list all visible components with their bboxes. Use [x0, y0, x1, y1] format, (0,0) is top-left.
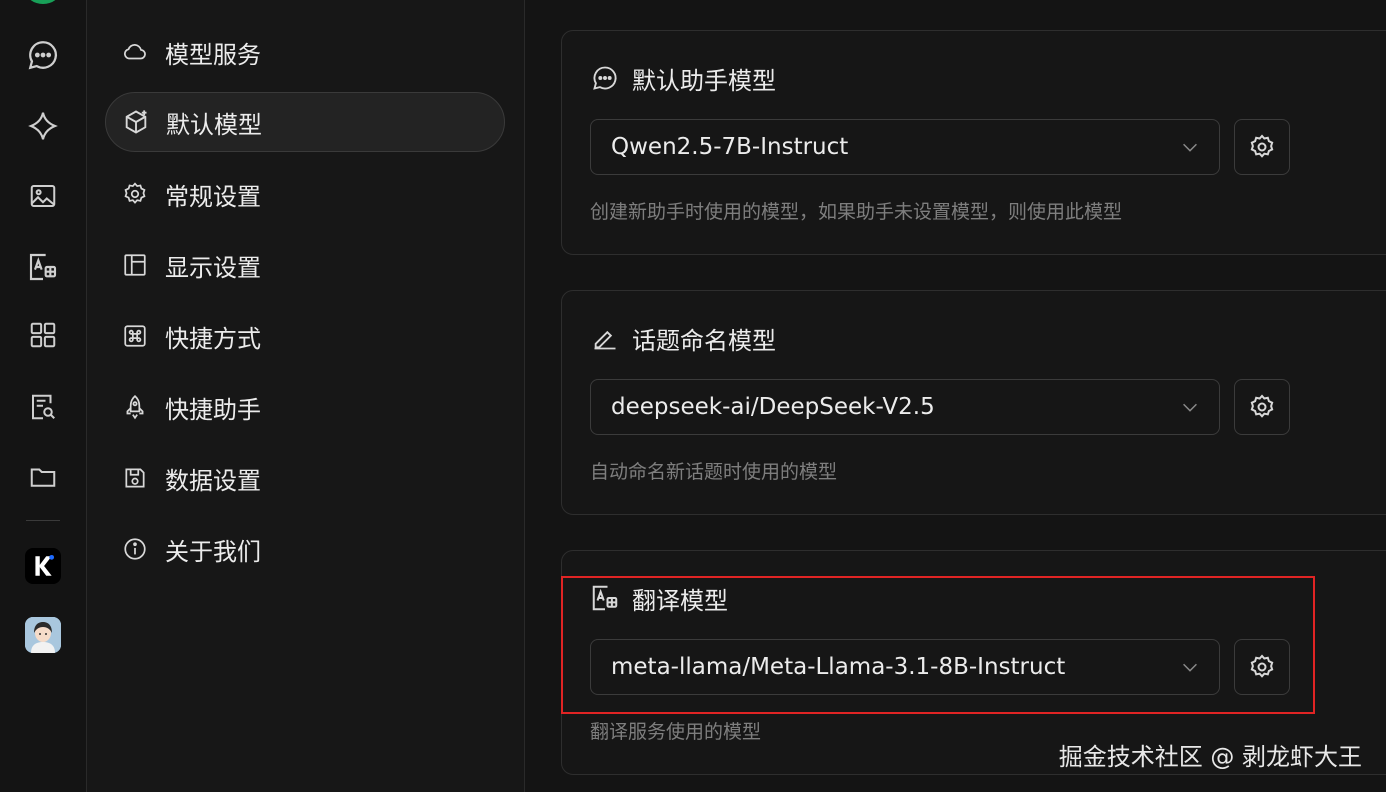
menu-item-quick-assistant[interactable]: 快捷助手	[105, 377, 505, 437]
command-icon	[121, 322, 149, 350]
menu-item-model-service[interactable]: 模型服务	[105, 22, 505, 82]
selected-model: deepseek-ai/DeepSeek-V2.5	[611, 394, 935, 420]
gear-icon	[1248, 653, 1276, 681]
model-settings-button[interactable]	[1234, 639, 1290, 695]
chat-icon	[590, 63, 620, 93]
settings-content: 默认助手模型 Qwen2.5-7B-Instruct 创建新助手时使用的模型，如…	[525, 0, 1386, 792]
card-title: 话题命名模型	[590, 321, 776, 355]
menu-item-default-model[interactable]: 默认模型	[105, 92, 505, 152]
user-avatar[interactable]	[25, 617, 61, 653]
selected-model: meta-llama/Meta-Llama-3.1-8B-Instruct	[611, 654, 1066, 680]
card-title-label: 话题命名模型	[632, 326, 776, 355]
chevron-down-icon	[1179, 396, 1201, 418]
menu-item-label: 快捷助手	[165, 395, 261, 424]
cube-icon	[122, 108, 150, 136]
menu-item-general-settings[interactable]: 常规设置	[105, 164, 505, 224]
model-settings-button[interactable]	[1234, 379, 1290, 435]
gear-icon	[1248, 133, 1276, 161]
selected-model: Qwen2.5-7B-Instruct	[611, 134, 849, 160]
card-title-label: 翻译模型	[632, 586, 728, 615]
translate-icon[interactable]	[24, 248, 62, 286]
folder-icon[interactable]	[24, 458, 62, 496]
image-icon[interactable]	[24, 177, 62, 215]
cloud-icon	[121, 38, 149, 66]
menu-item-display-settings[interactable]: 显示设置	[105, 235, 505, 295]
model-settings-button[interactable]	[1234, 119, 1290, 175]
menu-item-label: 默认模型	[166, 110, 262, 139]
gear-icon	[121, 180, 149, 208]
layout-icon	[121, 251, 149, 279]
menu-item-label: 模型服务	[165, 40, 261, 69]
save-icon	[121, 464, 149, 492]
sparkle-icon[interactable]	[24, 107, 62, 145]
gear-icon	[1248, 393, 1276, 421]
default-assistant-model-select[interactable]: Qwen2.5-7B-Instruct	[590, 119, 1220, 175]
app-logo[interactable]	[26, 0, 60, 4]
watermark: 掘金技术社区 @ 剥龙虾大王	[1058, 743, 1362, 771]
menu-item-label: 数据设置	[165, 466, 261, 495]
rocket-icon	[121, 393, 149, 421]
menu-item-data-settings[interactable]: 数据设置	[105, 448, 505, 508]
menu-item-label: 显示设置	[165, 253, 261, 282]
chevron-down-icon	[1179, 136, 1201, 158]
topic-naming-model-select[interactable]: deepseek-ai/DeepSeek-V2.5	[590, 379, 1220, 435]
card-description: 翻译服务使用的模型	[590, 721, 762, 743]
translate-icon	[590, 583, 620, 613]
edit-icon	[590, 323, 620, 353]
menu-item-shortcuts[interactable]: 快捷方式	[105, 306, 505, 366]
menu-item-label: 常规设置	[165, 182, 261, 211]
default-assistant-model-card: 默认助手模型 Qwen2.5-7B-Instruct 创建新助手时使用的模型，如…	[561, 30, 1386, 255]
chat-icon[interactable]	[24, 36, 62, 74]
menu-item-label: 快捷方式	[165, 324, 261, 353]
card-title-label: 默认助手模型	[632, 66, 776, 95]
card-description: 自动命名新话题时使用的模型	[590, 461, 838, 483]
card-description: 创建新助手时使用的模型，如果助手未设置模型，则使用此模型	[590, 201, 1123, 223]
icon-rail	[0, 0, 87, 792]
apps-icon[interactable]	[24, 316, 62, 354]
translation-model-select[interactable]: meta-llama/Meta-Llama-3.1-8B-Instruct	[590, 639, 1220, 695]
kimi-app-icon[interactable]	[25, 548, 61, 584]
doc-search-icon[interactable]	[24, 388, 62, 426]
menu-item-label: 关于我们	[165, 537, 261, 566]
topic-naming-model-card: 话题命名模型 deepseek-ai/DeepSeek-V2.5 自动命名新话题…	[561, 290, 1386, 515]
info-icon	[121, 535, 149, 563]
rail-divider	[26, 520, 60, 521]
card-title: 默认助手模型	[590, 61, 776, 95]
chevron-down-icon	[1179, 656, 1201, 678]
menu-item-about-us[interactable]: 关于我们	[105, 519, 505, 579]
card-title: 翻译模型	[590, 581, 728, 615]
settings-menu: 模型服务 默认模型 常规设置 显示设置 快捷方式 快捷助手 数据设置 关于我们	[87, 0, 525, 792]
